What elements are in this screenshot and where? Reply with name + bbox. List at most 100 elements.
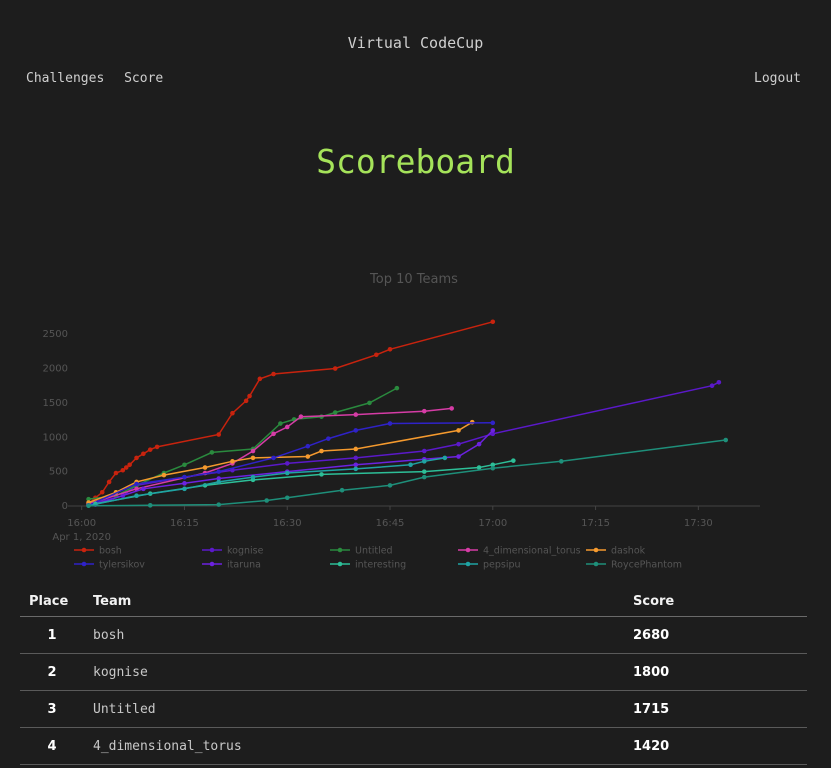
x-tick-label: 17:30 — [684, 518, 713, 529]
data-point — [284, 495, 290, 501]
x-tick-label: 16:30 — [273, 518, 302, 529]
data-point — [353, 412, 359, 417]
table-row: 1 bosh 2680 — [20, 616, 807, 654]
team-name-cell[interactable]: bosh — [84, 616, 624, 654]
data-point — [147, 503, 153, 508]
x-date-label: Apr 1, 2020 — [52, 532, 111, 543]
data-point — [216, 432, 222, 437]
data-point — [284, 424, 290, 430]
data-point — [709, 383, 715, 389]
legend-label: itaruna — [227, 560, 261, 571]
data-point — [271, 431, 276, 437]
score-cell: 1715 — [624, 690, 807, 728]
data-point — [250, 474, 256, 480]
data-point — [716, 379, 722, 385]
series-4_dimensional_torus — [86, 406, 454, 507]
table-row: 3 Untitled 1715 — [20, 690, 807, 728]
data-point — [106, 479, 112, 485]
data-point — [511, 458, 516, 463]
data-point — [421, 448, 427, 454]
legend-label: pepsipu — [483, 560, 521, 571]
y-tick-label: 0 — [62, 501, 68, 512]
data-point — [154, 444, 160, 450]
data-point — [421, 408, 427, 414]
data-point — [216, 502, 222, 507]
team-name-cell[interactable]: Untitled — [84, 690, 624, 728]
nav-challenges-link[interactable]: Challenges — [26, 71, 104, 86]
score-cell: 1420 — [624, 727, 807, 765]
data-point — [353, 466, 359, 472]
data-point — [182, 462, 187, 468]
series-itaruna — [93, 428, 496, 507]
data-point — [182, 474, 187, 480]
data-point — [476, 441, 482, 447]
data-point — [408, 462, 413, 468]
y-tick-label: 1500 — [43, 398, 68, 409]
legend-marker — [593, 561, 599, 567]
data-point — [394, 385, 400, 391]
x-tick-label: 17:00 — [478, 518, 507, 529]
legend-item[interactable]: interesting — [330, 560, 406, 571]
data-point — [202, 465, 208, 470]
legend-marker — [337, 547, 343, 553]
team-name-cell[interactable]: kognise — [84, 653, 624, 691]
chart-series — [86, 319, 729, 508]
data-point — [490, 420, 496, 426]
legend-item[interactable]: Untitled — [330, 546, 393, 557]
data-point — [319, 448, 324, 454]
page-title: Scoreboard — [316, 142, 515, 181]
x-tick-label: 16:45 — [376, 518, 405, 529]
legend-marker — [209, 547, 215, 553]
series-line — [88, 439, 726, 507]
legend-item[interactable]: RoycePhantom — [586, 560, 682, 571]
brand-title[interactable]: Virtual CodeCup — [0, 34, 831, 52]
place-cell: 2 — [20, 653, 84, 691]
y-tick-label: 2500 — [43, 329, 68, 340]
legend-item[interactable]: kognise — [202, 546, 264, 557]
data-point — [113, 470, 119, 476]
data-point — [353, 455, 359, 461]
team-name-cell[interactable]: 4_dimensional_torus — [84, 727, 624, 765]
data-point — [723, 437, 729, 443]
y-tick-label: 1000 — [43, 432, 68, 443]
main-nav: Challenges Score — [26, 71, 175, 86]
legend-label: bosh — [99, 546, 122, 557]
score-chart: Top 10 Teams 0 500 1000 1500 2000 2500 16:00 16… — [43, 272, 760, 571]
legend-marker — [593, 547, 599, 553]
legend-item[interactable]: itaruna — [202, 560, 261, 571]
legend-label: 4_dimensional_torus — [483, 546, 581, 557]
table-header-row: Place Team Score — [20, 586, 807, 617]
data-point — [182, 481, 187, 486]
data-point — [559, 459, 564, 464]
legend-label: kognise — [227, 546, 264, 557]
nav-score-link[interactable]: Score — [124, 71, 163, 86]
legend-marker — [209, 561, 215, 567]
series-RoycePhantom — [86, 437, 729, 508]
score-column-header: Score — [624, 586, 807, 617]
data-point — [127, 462, 132, 468]
x-tick-label: 16:00 — [67, 518, 96, 529]
score-cell: 1800 — [624, 653, 807, 691]
legend-item[interactable]: tylersikov — [74, 560, 145, 571]
legend-item[interactable]: bosh — [74, 546, 122, 557]
data-point — [284, 461, 290, 466]
chart-legend[interactable]: bosh kognise Untitled 4_dimensional_torus da… — [74, 546, 682, 571]
data-point — [99, 489, 105, 495]
legend-item[interactable]: 4_dimensional_torus — [458, 546, 581, 557]
legend-label: tylersikov — [99, 560, 145, 571]
data-point — [230, 410, 235, 416]
legend-marker — [465, 561, 471, 567]
legend-item[interactable]: dashok — [586, 546, 646, 557]
data-point — [332, 366, 338, 371]
team-column-header: Team — [84, 586, 624, 617]
data-point — [161, 472, 167, 478]
data-point — [271, 455, 276, 461]
data-point — [86, 503, 91, 508]
legend-marker — [81, 561, 87, 567]
x-tick-label: 16:15 — [170, 518, 199, 529]
legend-item[interactable]: pepsipu — [458, 560, 521, 571]
data-point — [284, 470, 290, 476]
logout-link[interactable]: Logout — [754, 71, 801, 86]
data-point — [257, 376, 263, 382]
series-kognise — [86, 379, 722, 507]
